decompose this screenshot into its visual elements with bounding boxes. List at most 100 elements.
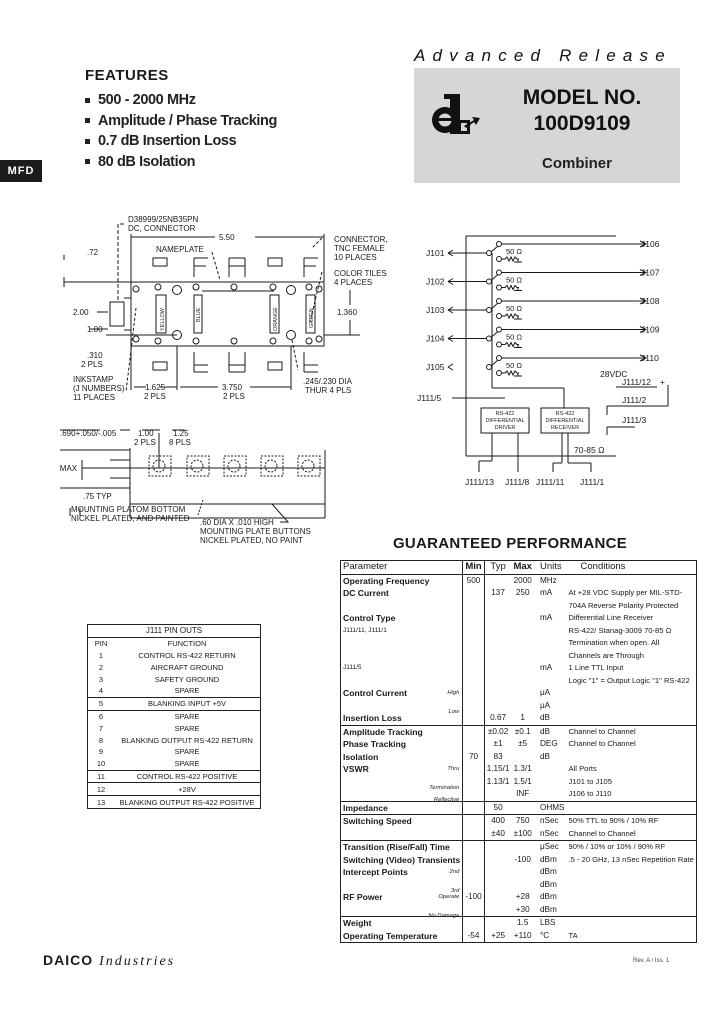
load-label: 50 Ω [506, 304, 522, 313]
feature-item: Amplitude / Phase Tracking [85, 111, 277, 132]
pin-function: BLANKING OUTPUT RS-422 POSITIVE [114, 795, 261, 809]
feature-item: 500 - 2000 MHz [85, 90, 277, 111]
param-cell [341, 637, 463, 650]
min-value [462, 788, 485, 801]
pin-number: 4 [98, 686, 104, 696]
max-value: ±0.1 [511, 724, 534, 738]
max-value: +110 [513, 930, 532, 940]
param-cell: Transition (Rise/Fall) Time [340, 840, 463, 854]
units-value [534, 600, 567, 613]
units-value [534, 675, 567, 688]
side-view-drawing: .690+.050/-.005 1.00 1.25 2 PLS 8 PLS 1.… [60, 429, 326, 545]
pin-number: 12 [87, 782, 114, 796]
max-value [511, 687, 533, 700]
pin-function: SPARE [174, 747, 200, 757]
param-name: J111/11, J111/1 [343, 626, 387, 634]
pls-label: 2 PLS [134, 438, 156, 447]
typ-value [484, 879, 511, 892]
switch-channel [447, 240, 648, 263]
inkstamp-label: (J NUMBERS) [73, 384, 125, 393]
min-value [462, 637, 485, 650]
pls-label: 2 PLS [81, 360, 103, 369]
param-cell: Control Type [341, 612, 463, 625]
bottom-pin: J111/13 [465, 477, 494, 487]
dc-connector-label: DC, CONNECTOR [128, 224, 196, 233]
max-value [511, 866, 533, 879]
input-port: J102 [426, 277, 445, 287]
input-port: J101 [426, 248, 445, 258]
param-cell: Isolation [341, 751, 463, 764]
param-name: Isolation [343, 751, 379, 762]
param-cell: Intercept Points 2nd [341, 866, 463, 879]
conditions-value: J101 to J105 [568, 776, 613, 786]
model-number: 100D9109 [533, 112, 631, 135]
conditions-value [567, 904, 697, 917]
param-name: Intercept Points [343, 867, 408, 878]
max-value: 250 [515, 588, 530, 598]
plus-sign: + [660, 377, 665, 387]
param-qualifier: 2nd [449, 869, 460, 876]
section-tab: MFD [0, 160, 42, 182]
revision-label: Rev. A / Iss. 1 [633, 958, 670, 964]
param-name: Operating Frequency [343, 575, 430, 586]
conditions-value [566, 800, 697, 815]
switch-channel [447, 326, 648, 348]
conditions-value [567, 700, 697, 713]
min-value: -100 [462, 891, 485, 904]
table-row: 4 SPARE [88, 685, 261, 697]
load-label: 50 Ω [506, 333, 522, 342]
bullet-icon [85, 159, 90, 165]
typ-value: 1.13/1 [486, 776, 510, 786]
param-cell: J111/11, J111/1 [341, 625, 463, 638]
output-port: J109 [641, 325, 660, 335]
table-row: Operating Frequency 500 2000 MHz [341, 574, 697, 587]
param-cell: DC Current [341, 587, 463, 600]
typ-value: 83 [493, 751, 503, 761]
pin-number: 13 [87, 795, 114, 809]
max-value [511, 840, 534, 854]
color-tiles-label: COLOR TILES [334, 269, 387, 278]
bullet-icon [85, 138, 90, 144]
param-cell [341, 828, 463, 841]
table-row: Intercept Points 2nd dBm [341, 866, 697, 879]
table-row: 6 SPARE [87, 709, 261, 723]
units-value: LBS [533, 916, 567, 930]
table-row: VSWR Thru 1.15/1 1.3/1 All Ports [341, 763, 697, 776]
table-row: Logic "1" = Output Logic "1" RS-422 [341, 674, 697, 688]
tnc-label: CONNECTOR, [334, 235, 388, 244]
table-row: Channels are Through [341, 649, 697, 662]
table-row: Operating Temperature -54 +25 +110 °C TA [341, 929, 697, 943]
table-row: 704A Reverse Polarity Protected [341, 599, 697, 613]
conditions-value: Channels are Through [568, 650, 644, 660]
inkstamp-label: INKSTAMP [73, 375, 113, 384]
max-value: 1 [520, 713, 525, 723]
max-value [511, 675, 533, 688]
output-port: J110 [641, 353, 659, 363]
ground-pin: J111/2 [622, 395, 647, 405]
min-value [462, 662, 485, 675]
table-row: RF Power Operate -100 +28 dBm [341, 891, 697, 904]
col-typ: Typ [484, 560, 512, 575]
param-name: VSWR [343, 764, 369, 775]
pls-label: 8 PLS [169, 438, 191, 447]
receiver-label: RECEIVER [551, 425, 579, 431]
feature-item: 0.7 dB Insertion Loss [85, 131, 277, 152]
param-name: Phase Tracking [343, 739, 407, 750]
pin-number: 7 [98, 723, 104, 733]
pin-function: +28V [114, 782, 261, 796]
pin-function: SPARE [174, 723, 200, 733]
max-value: -100 [514, 854, 531, 864]
receiver-label: RS-422 [556, 411, 575, 417]
col-min: Min [462, 560, 485, 575]
table-row: 8 BLANKING OUTPUT RS-422 RETURN [88, 734, 261, 746]
pinout-title: J111 PIN OUTS [87, 624, 261, 638]
units-value: MHz [539, 575, 557, 585]
conditions-value: 90% / 10% or 10% / 90% RF [566, 840, 697, 854]
min-value [462, 840, 485, 854]
units-value: °C [539, 930, 550, 940]
table-row: Switching (Video) Transients -100 dBm .5 - … [341, 853, 697, 866]
param-cell: Insertion Loss [341, 712, 463, 725]
max-value [511, 600, 533, 613]
pin-number: 9 [98, 747, 104, 757]
typ-value [484, 662, 511, 675]
